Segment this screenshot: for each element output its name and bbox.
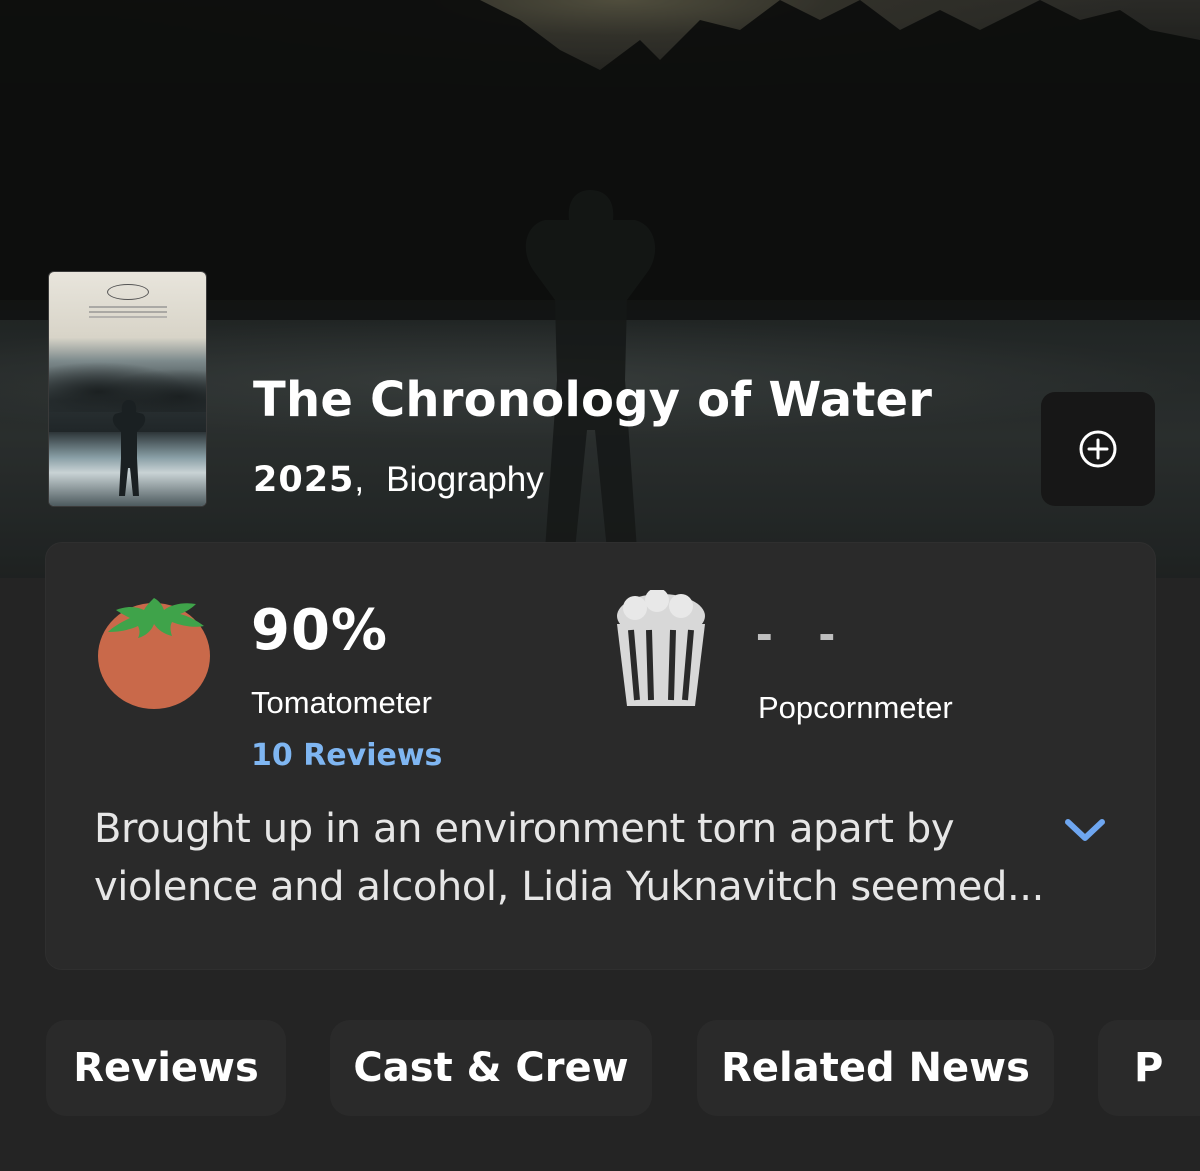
tab-related-news[interactable]: Related News xyxy=(697,1020,1054,1116)
tomato-icon xyxy=(98,598,210,709)
synopsis-text: Brought up in an environment torn apart … xyxy=(94,806,1044,910)
popcornmeter-label: Popcornmeter xyxy=(758,690,953,725)
popcornmeter-score: - - xyxy=(756,605,852,661)
movie-meta: 2025, Biography xyxy=(253,460,544,500)
tab-reviews[interactable]: Reviews xyxy=(46,1020,286,1116)
plus-circle-icon xyxy=(1079,430,1117,468)
movie-poster[interactable] xyxy=(48,271,207,507)
section-tabs: Reviews Cast & Crew Related News P xyxy=(0,1020,1200,1116)
add-to-watchlist-button[interactable] xyxy=(1041,392,1155,506)
poster-laurel-text xyxy=(89,306,167,308)
popcorn-icon xyxy=(617,590,705,706)
festival-logo-icon xyxy=(107,284,149,300)
movie-title: The Chronology of Water xyxy=(253,372,933,428)
tab-partial[interactable]: P xyxy=(1098,1020,1200,1116)
reviews-count-link[interactable]: 10 Reviews xyxy=(251,738,442,773)
tab-cast-crew[interactable]: Cast & Crew xyxy=(330,1020,652,1116)
poster-figure xyxy=(112,400,146,496)
meta-separator: , xyxy=(354,460,365,499)
release-year: 2025 xyxy=(253,460,355,500)
tomatometer-score: 90% xyxy=(251,598,389,663)
genre: Biography xyxy=(386,460,544,499)
chevron-down-icon[interactable] xyxy=(1062,810,1108,850)
tomatometer-label: Tomatometer xyxy=(251,685,432,720)
